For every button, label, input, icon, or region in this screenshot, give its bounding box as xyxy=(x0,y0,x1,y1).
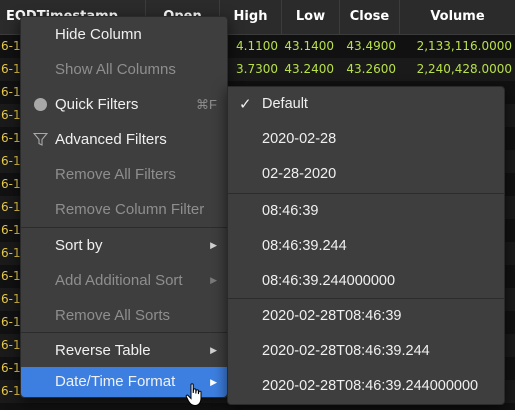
format-option-label: 08:46:39.244 xyxy=(262,238,347,254)
menu-item-remove-column-filter: Remove Column Filter xyxy=(21,192,227,227)
menu-item-sort-by[interactable]: Sort by ▶ xyxy=(21,228,227,263)
menu-item-label: Reverse Table xyxy=(55,342,151,359)
format-option-datetime-nanos[interactable]: 2020-02-28T08:46:39.244000000 xyxy=(228,369,504,404)
funnel-icon xyxy=(33,132,48,146)
menu-item-reverse-table[interactable]: Reverse Table ▶ xyxy=(21,333,227,368)
format-option-default[interactable]: ✓ Default xyxy=(228,87,504,122)
menu-item-quick-filters[interactable]: Quick Filters ⌘F xyxy=(21,87,227,122)
cell-volume: 2,240,428.0000 xyxy=(416,62,512,76)
menu-item-add-additional-sort: Add Additional Sort ▶ xyxy=(21,263,227,298)
menu-item-label: Date/Time Format xyxy=(55,373,176,390)
format-option-label: 08:46:39.244000000 xyxy=(262,273,396,289)
menu-item-label: Sort by xyxy=(55,237,103,254)
format-option-label: 2020-02-28T08:46:39.244 xyxy=(262,343,430,359)
chevron-right-icon: ▶ xyxy=(210,240,217,250)
format-option-label: 02-28-2020 xyxy=(262,166,337,182)
cell-low: 43.1400 xyxy=(284,39,334,53)
menu-item-show-all-columns: Show All Columns xyxy=(21,52,227,87)
cell-close: 43.4900 xyxy=(346,39,396,53)
format-option-time-millis[interactable]: 08:46:39.244 xyxy=(228,229,504,264)
chevron-right-icon: ▶ xyxy=(210,275,217,285)
chevron-right-icon: ▶ xyxy=(210,377,217,387)
format-option-time-nanos[interactable]: 08:46:39.244000000 xyxy=(228,264,504,299)
menu-item-advanced-filters[interactable]: Advanced Filters xyxy=(21,122,227,157)
circle-icon xyxy=(34,98,47,111)
datetime-format-submenu: ✓ Default 2020-02-28 02-28-2020 08:46:39… xyxy=(227,86,505,405)
menu-item-label: Advanced Filters xyxy=(55,131,167,148)
cell-close: 43.2600 xyxy=(346,62,396,76)
format-option-label: Default xyxy=(262,96,308,112)
shortcut-label: ⌘F xyxy=(196,97,217,112)
hand-pointer-icon xyxy=(185,383,202,407)
menu-item-hide-column[interactable]: Hide Column xyxy=(21,17,227,52)
menu-item-label: Quick Filters xyxy=(55,96,139,113)
format-option-label: 08:46:39 xyxy=(262,203,319,219)
format-option-time-seconds[interactable]: 08:46:39 xyxy=(228,194,504,229)
menu-item-label: Remove Column Filter xyxy=(55,201,205,218)
column-context-menu: Hide Column Show All Columns Quick Filte… xyxy=(20,16,228,398)
menu-item-label: Add Additional Sort xyxy=(55,272,183,289)
format-option-datetime-millis[interactable]: 2020-02-28T08:46:39.244 xyxy=(228,334,504,369)
column-header-close[interactable]: Close xyxy=(340,0,400,34)
menu-item-label: Show All Columns xyxy=(55,61,176,78)
column-header-high[interactable]: High xyxy=(220,0,282,34)
format-option-label: 2020-02-28 xyxy=(262,131,337,147)
menu-item-remove-all-sorts: Remove All Sorts xyxy=(21,298,227,333)
menu-item-remove-all-filters: Remove All Filters xyxy=(21,157,227,192)
column-header-low[interactable]: Low xyxy=(282,0,340,34)
format-option-label: 2020-02-28T08:46:39.244000000 xyxy=(262,378,479,394)
menu-item-label: Remove All Filters xyxy=(55,166,176,183)
cell-low: 43.2400 xyxy=(284,62,334,76)
menu-item-label: Hide Column xyxy=(55,26,142,43)
cell-volume: 2,133,116.0000 xyxy=(416,39,512,53)
menu-item-label: Remove All Sorts xyxy=(55,307,171,324)
checkmark-icon: ✓ xyxy=(239,96,252,113)
format-option-label: 2020-02-28T08:46:39 xyxy=(262,308,402,324)
format-option-datetime-seconds[interactable]: 2020-02-28T08:46:39 xyxy=(228,299,504,334)
cell-high: 3.7300 xyxy=(236,62,278,76)
format-option-date-us[interactable]: 02-28-2020 xyxy=(228,157,504,192)
format-option-date-iso[interactable]: 2020-02-28 xyxy=(228,122,504,157)
cell-high: 4.1100 xyxy=(236,39,278,53)
chevron-right-icon: ▶ xyxy=(210,345,217,355)
column-header-volume[interactable]: Volume xyxy=(400,0,515,34)
